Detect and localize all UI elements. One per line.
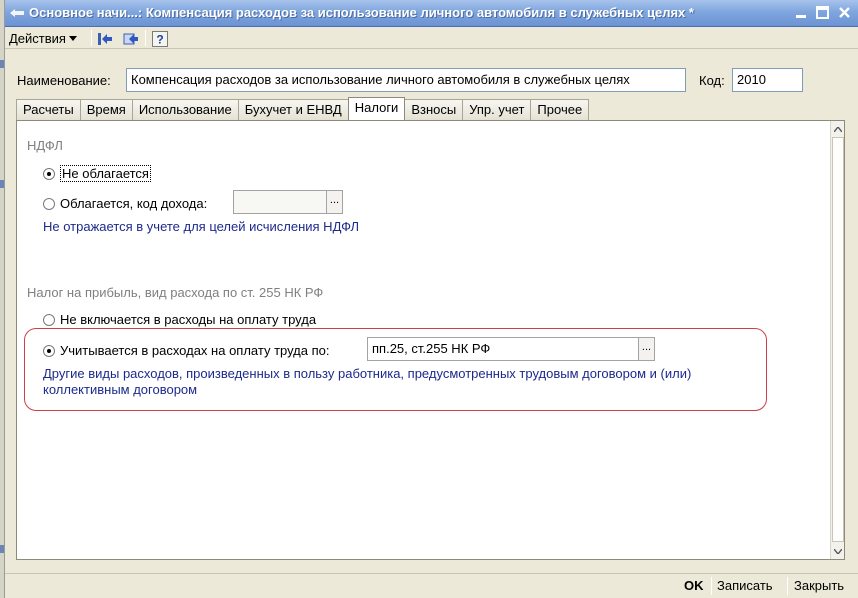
edge-marker bbox=[0, 180, 4, 188]
income-code-field[interactable] bbox=[233, 190, 327, 214]
edge-marker bbox=[0, 60, 4, 68]
help-glyph: ? bbox=[156, 32, 163, 46]
radio-ndfl-not-taxed[interactable]: Не облагается bbox=[43, 165, 151, 182]
tab-1[interactable]: Время bbox=[79, 99, 133, 120]
ok-button[interactable]: OK bbox=[684, 578, 704, 593]
window-title: Основное начи...: Компенсация расходов з… bbox=[29, 5, 694, 20]
tab-0[interactable]: Расчеты bbox=[16, 99, 81, 120]
ndfl-note: Не отражается в учете для целей исчислен… bbox=[43, 219, 360, 234]
actions-menu[interactable]: Действия bbox=[9, 29, 77, 47]
radio-button[interactable] bbox=[43, 167, 55, 180]
chevron-up-icon bbox=[834, 126, 842, 132]
scroll-up-button[interactable] bbox=[832, 123, 844, 135]
profit-tax-section-title: Налог на прибыль, вид расхода по ст. 255… bbox=[27, 285, 324, 300]
forward-arrow-icon bbox=[123, 33, 138, 44]
scroll-down-button[interactable] bbox=[832, 545, 844, 557]
close-button[interactable]: Закрыть bbox=[794, 578, 844, 593]
window-titlebar[interactable]: Основное начи...: Компенсация расходов з… bbox=[5, 0, 858, 27]
maximize-button[interactable] bbox=[813, 4, 832, 22]
forward-button[interactable] bbox=[121, 29, 141, 48]
tab-2[interactable]: Использование bbox=[131, 99, 239, 120]
tab-strip: Расчеты Время Использование Бухучет и ЕНВД Н… bbox=[16, 97, 590, 120]
tab-6[interactable]: Упр. учет bbox=[462, 99, 532, 120]
help-icon: ? bbox=[152, 30, 168, 47]
radio-ndfl-not-taxed-label: Не облагается bbox=[60, 165, 151, 182]
toolbar: Действия ? bbox=[5, 27, 858, 49]
form-body: Наименование: Компенсация расходов за ис… bbox=[5, 49, 858, 573]
toolbar-divider bbox=[91, 30, 92, 46]
save-button[interactable]: Записать bbox=[717, 578, 773, 593]
ndfl-section-title: НДФЛ bbox=[27, 138, 63, 153]
chevron-down-icon bbox=[68, 35, 77, 41]
toolbar-divider bbox=[145, 30, 146, 46]
radio-profit-not-included-label: Не включается в расходы на оплату труда bbox=[60, 312, 317, 327]
name-field[interactable]: Компенсация расходов за использование ли… bbox=[126, 68, 686, 92]
edge-marker bbox=[0, 545, 4, 553]
radio-button[interactable] bbox=[43, 313, 55, 326]
button-divider bbox=[787, 577, 788, 595]
scroll-thumb[interactable] bbox=[832, 137, 844, 542]
tab-4[interactable]: Налоги bbox=[347, 97, 406, 120]
tab-3[interactable]: Бухучет и ЕНВД bbox=[237, 99, 349, 120]
annotation-highlight-outline bbox=[24, 328, 767, 411]
app-icon bbox=[10, 9, 24, 17]
code-field[interactable]: 2010 bbox=[732, 68, 803, 92]
dialog-button-bar: OK Записать Закрыть bbox=[5, 573, 858, 598]
radio-profit-not-included[interactable]: Не включается в расходы на оплату труда bbox=[43, 312, 316, 327]
tab-7[interactable]: Прочее bbox=[530, 99, 590, 120]
back-arrow-icon bbox=[98, 32, 112, 45]
code-label: Код: bbox=[699, 73, 725, 88]
income-code-select-button[interactable]: ... bbox=[327, 190, 343, 214]
tab-5[interactable]: Взносы bbox=[404, 99, 464, 120]
button-divider bbox=[711, 577, 712, 595]
radio-ndfl-taxed[interactable]: Облагается, код дохода: bbox=[43, 196, 207, 211]
radio-ndfl-taxed-label: Облагается, код дохода: bbox=[60, 196, 208, 211]
chevron-down-icon bbox=[834, 548, 842, 554]
actions-menu-label: Действия bbox=[9, 30, 66, 46]
back-button[interactable] bbox=[95, 29, 115, 48]
close-icon bbox=[839, 7, 850, 18]
income-code-picker[interactable]: ... bbox=[233, 190, 343, 214]
minimize-icon bbox=[796, 15, 806, 18]
name-label: Наименование: bbox=[17, 73, 111, 88]
help-button[interactable]: ? bbox=[150, 29, 170, 48]
maximize-icon bbox=[816, 6, 829, 19]
vertical-scrollbar[interactable] bbox=[830, 121, 844, 559]
minimize-button[interactable] bbox=[792, 4, 811, 22]
radio-button[interactable] bbox=[43, 197, 55, 210]
close-window-button[interactable] bbox=[835, 4, 854, 22]
